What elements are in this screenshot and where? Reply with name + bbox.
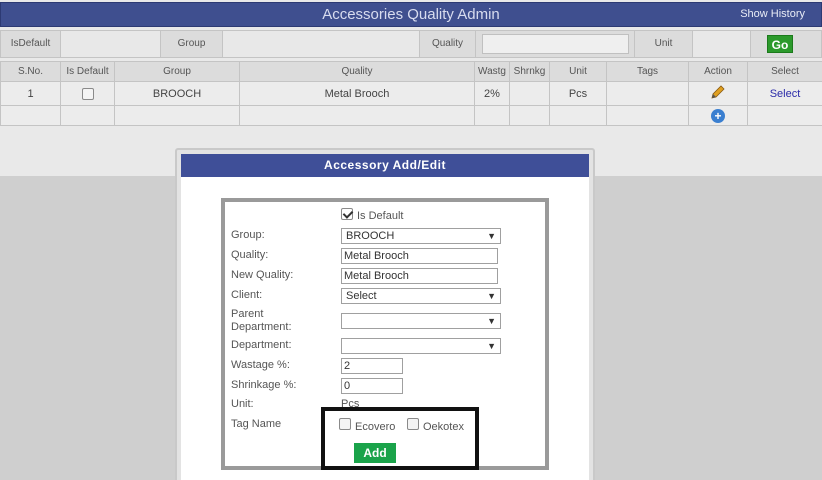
accessories-table: S.No. Is Default Group Quality Wastg Shr…: [0, 61, 822, 126]
col-group: Group: [114, 61, 240, 82]
col-select: Select: [747, 61, 822, 82]
chevron-down-icon: ▼: [487, 316, 496, 326]
show-history-link[interactable]: Show History: [740, 8, 805, 20]
new-quality-label: New Quality:: [231, 269, 294, 281]
cell-select: Select: [747, 81, 822, 106]
filter-quality-label: Quality: [420, 31, 476, 57]
group-label: Group:: [231, 229, 265, 241]
department-select[interactable]: ▼: [341, 338, 501, 354]
modal-body: Is Default Group: BROOCH ▼ Quality: Metal…: [181, 177, 589, 480]
shrinkage-label: Shrinkage %:: [231, 379, 297, 391]
tag-ecovero-label: Ecovero: [355, 421, 396, 433]
is-default-checkbox[interactable]: [341, 208, 353, 220]
filter-unit-label: Unit: [635, 31, 693, 57]
filter-group-label: Group: [161, 31, 223, 57]
client-select-value: Select: [346, 290, 377, 302]
cell-quality: Metal Brooch: [239, 81, 475, 106]
shrinkage-input[interactable]: 0: [341, 378, 403, 394]
cell-group: BROOCH: [114, 81, 240, 106]
tag-selection-box: Ecovero Oekotex Add: [321, 407, 479, 470]
wastage-label: Wastage %:: [231, 359, 290, 371]
table-header-row: S.No. Is Default Group Quality Wastg Shr…: [0, 61, 822, 82]
modal-title: Accessory Add/Edit: [181, 154, 589, 177]
page-title: Accessories Quality Admin: [322, 6, 500, 23]
filter-bar: IsDefault Group Quality Unit Go: [0, 30, 822, 58]
cell-wastg: 2%: [474, 81, 510, 106]
col-tags: Tags: [606, 61, 689, 82]
is-default-label: Is Default: [357, 210, 404, 222]
tag-ecovero-checkbox[interactable]: [339, 418, 351, 430]
select-link[interactable]: Select: [770, 88, 801, 100]
col-unit: Unit: [549, 61, 607, 82]
table-add-row: +: [0, 105, 822, 126]
cell-is-default: [60, 81, 115, 106]
quality-input[interactable]: Metal Brooch: [341, 248, 498, 264]
chevron-down-icon: ▼: [487, 231, 496, 241]
client-select[interactable]: Select ▼: [341, 288, 501, 304]
go-button[interactable]: Go: [767, 35, 793, 53]
cell-shrnkg: [509, 81, 550, 106]
cell-sno: 1: [0, 81, 61, 106]
parent-department-label-1: Parent: [231, 308, 264, 320]
chevron-down-icon: ▼: [487, 291, 496, 301]
col-action: Action: [688, 61, 748, 82]
cell-unit: Pcs: [549, 81, 607, 106]
parent-department-label-2: Department:: [231, 321, 292, 333]
filter-unit-field[interactable]: [693, 31, 751, 57]
col-shrnkg: Shrnkg: [509, 61, 550, 82]
col-wastg: Wastg: [474, 61, 510, 82]
table-row: 1 BROOCH Metal Brooch 2% Pcs Select: [0, 81, 822, 106]
col-sno: S.No.: [0, 61, 61, 82]
accessory-modal: Accessory Add/Edit Is Default Group: BRO…: [175, 148, 595, 480]
row-is-default-checkbox[interactable]: [81, 87, 94, 100]
quality-label: Quality:: [231, 249, 269, 261]
group-select[interactable]: BROOCH ▼: [341, 228, 501, 244]
parent-department-select[interactable]: ▼: [341, 313, 501, 329]
cell-tags: [606, 81, 689, 106]
cell-action: [688, 81, 748, 106]
unit-label: Unit:: [231, 398, 254, 410]
edit-pencil-icon[interactable]: [710, 84, 726, 100]
tag-oekotex-checkbox[interactable]: [407, 418, 419, 430]
filter-isdefault-field[interactable]: [61, 31, 161, 57]
new-quality-input[interactable]: Metal Brooch: [341, 268, 498, 284]
department-label: Department:: [231, 339, 292, 351]
group-select-value: BROOCH: [346, 230, 395, 242]
title-bar: Accessories Quality Admin Show History: [0, 2, 822, 27]
tag-name-label: Tag Name: [231, 418, 282, 430]
tag-oekotex-label: Oekotex: [423, 421, 464, 433]
col-quality: Quality: [239, 61, 475, 82]
col-is-default: Is Default: [60, 61, 115, 82]
add-button[interactable]: Add: [354, 443, 396, 463]
accessory-form: Is Default Group: BROOCH ▼ Quality: Metal…: [221, 198, 549, 470]
chevron-down-icon: ▼: [487, 341, 496, 351]
add-row-plus-icon[interactable]: +: [711, 108, 725, 123]
filter-isdefault-label: IsDefault: [1, 31, 61, 57]
filter-group-field[interactable]: [223, 31, 420, 57]
client-label: Client:: [231, 289, 263, 301]
wastage-input[interactable]: 2: [341, 358, 403, 374]
